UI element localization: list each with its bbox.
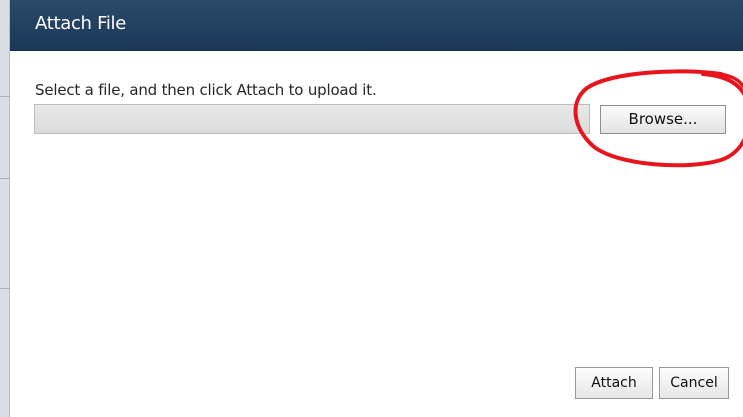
dialog-title: Attach File (35, 13, 126, 34)
cancel-button[interactable]: Cancel (659, 367, 729, 399)
background-divider (0, 96, 10, 97)
screen: Attach File Select a file, and then clic… (0, 0, 743, 417)
background-divider (0, 288, 10, 289)
file-picker-row: Browse... (34, 104, 729, 134)
instructions-text: Select a file, and then click Attach to … (35, 81, 377, 99)
browse-button[interactable]: Browse... (600, 105, 726, 134)
dialog-titlebar: Attach File (10, 0, 743, 51)
file-path-input[interactable] (34, 104, 590, 134)
background-divider (0, 178, 10, 179)
background-page-edge (0, 0, 10, 417)
attach-file-dialog: Attach File Select a file, and then clic… (10, 0, 743, 417)
attach-button[interactable]: Attach (575, 367, 653, 399)
